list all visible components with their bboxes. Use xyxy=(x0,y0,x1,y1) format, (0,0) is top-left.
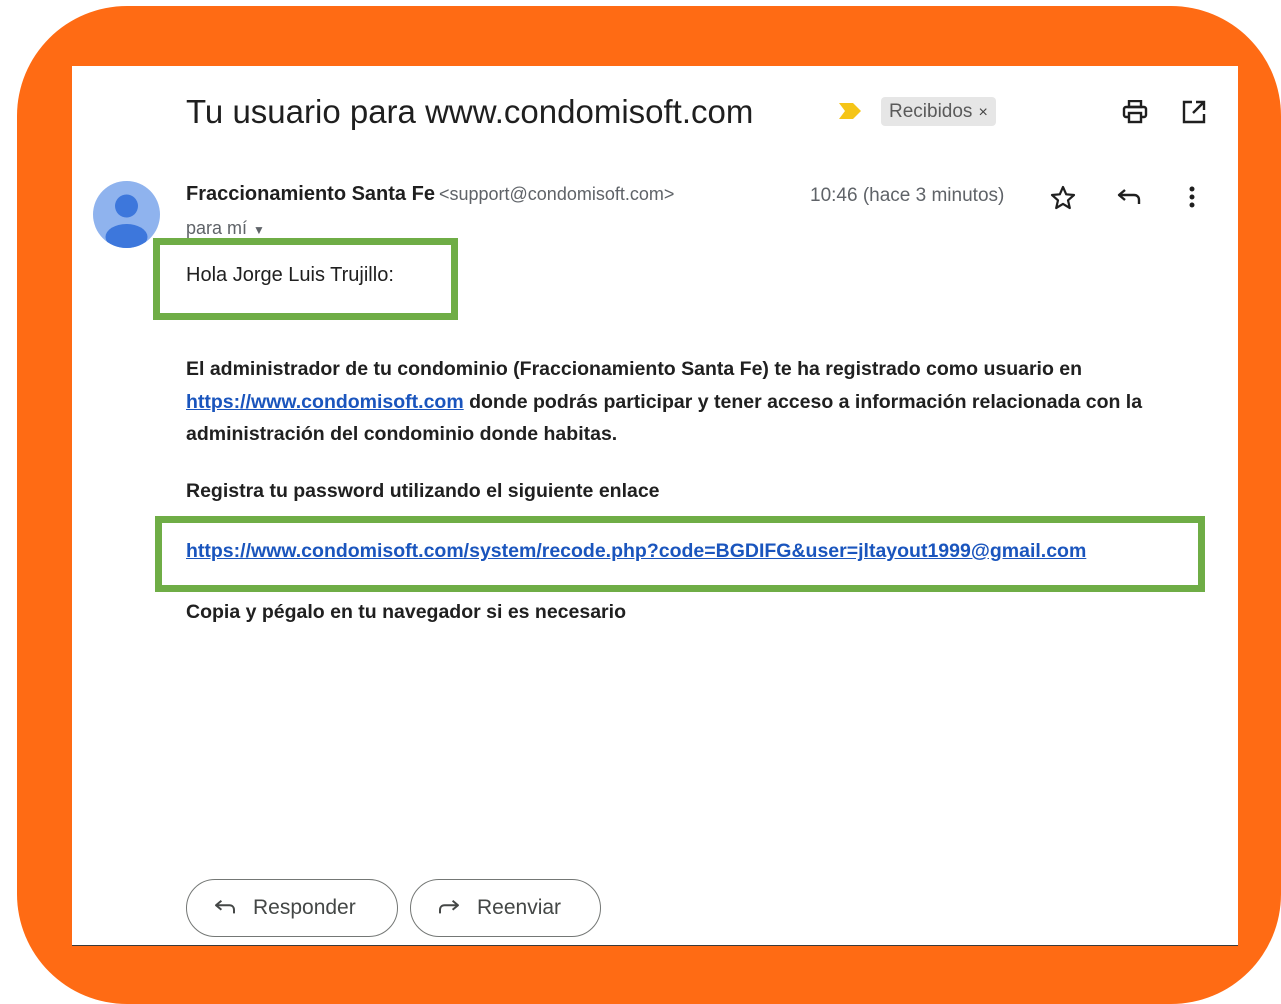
register-instruction: Registra tu password utilizando el sigui… xyxy=(186,480,660,502)
recipient-label: para mí xyxy=(186,218,248,238)
email-timestamp: 10:46 (hace 3 minutos) xyxy=(810,185,1005,206)
reply-icon xyxy=(215,900,235,914)
forward-icon xyxy=(439,900,459,914)
reply-button-label: Responder xyxy=(253,896,356,919)
reply-button[interactable]: Responder xyxy=(186,879,398,937)
forward-button-label: Reenviar xyxy=(477,896,562,919)
importance-marker-icon[interactable] xyxy=(839,103,861,119)
sender-info: Fraccionamiento Santa Fe <support@condomi… xyxy=(186,183,674,206)
reply-icon[interactable] xyxy=(1116,188,1142,208)
recipient-line[interactable]: para mí ▼ xyxy=(186,218,265,239)
greeting-text: Hola Jorge Luis Trujillo: xyxy=(186,264,394,286)
copy-instruction: Copia y pégalo en tu navegador si es nec… xyxy=(186,601,626,623)
condomisoft-link[interactable]: https://www.condomisoft.com xyxy=(186,391,464,413)
register-password-link[interactable]: https://www.condomisoft.com/system/recod… xyxy=(186,540,1086,563)
print-icon[interactable] xyxy=(1122,100,1148,124)
forward-button[interactable]: Reenviar xyxy=(410,879,601,937)
remove-label-icon[interactable]: × xyxy=(978,104,987,121)
body-intro: El administrador de tu condominio (Fracc… xyxy=(186,358,1083,380)
dropdown-caret-icon[interactable]: ▼ xyxy=(253,223,265,237)
open-in-new-window-icon[interactable] xyxy=(1182,100,1206,124)
sender-name: Fraccionamiento Santa Fe xyxy=(186,183,435,205)
sender-email: <support@condomisoft.com> xyxy=(438,184,675,204)
body-paragraph: El administrador de tu condominio (Fracc… xyxy=(186,353,1226,451)
label-chip-text: Recibidos xyxy=(889,101,973,122)
avatar-person-icon xyxy=(93,181,160,248)
star-icon[interactable] xyxy=(1050,185,1076,211)
more-vert-icon[interactable] xyxy=(1188,185,1196,209)
email-subject: Tu usuario para www.condomisoft.com xyxy=(186,93,754,130)
label-chip-recibidos: Recibidos × xyxy=(881,97,996,126)
email-view: Tu usuario para www.condomisoft.com Reci… xyxy=(72,66,1238,946)
